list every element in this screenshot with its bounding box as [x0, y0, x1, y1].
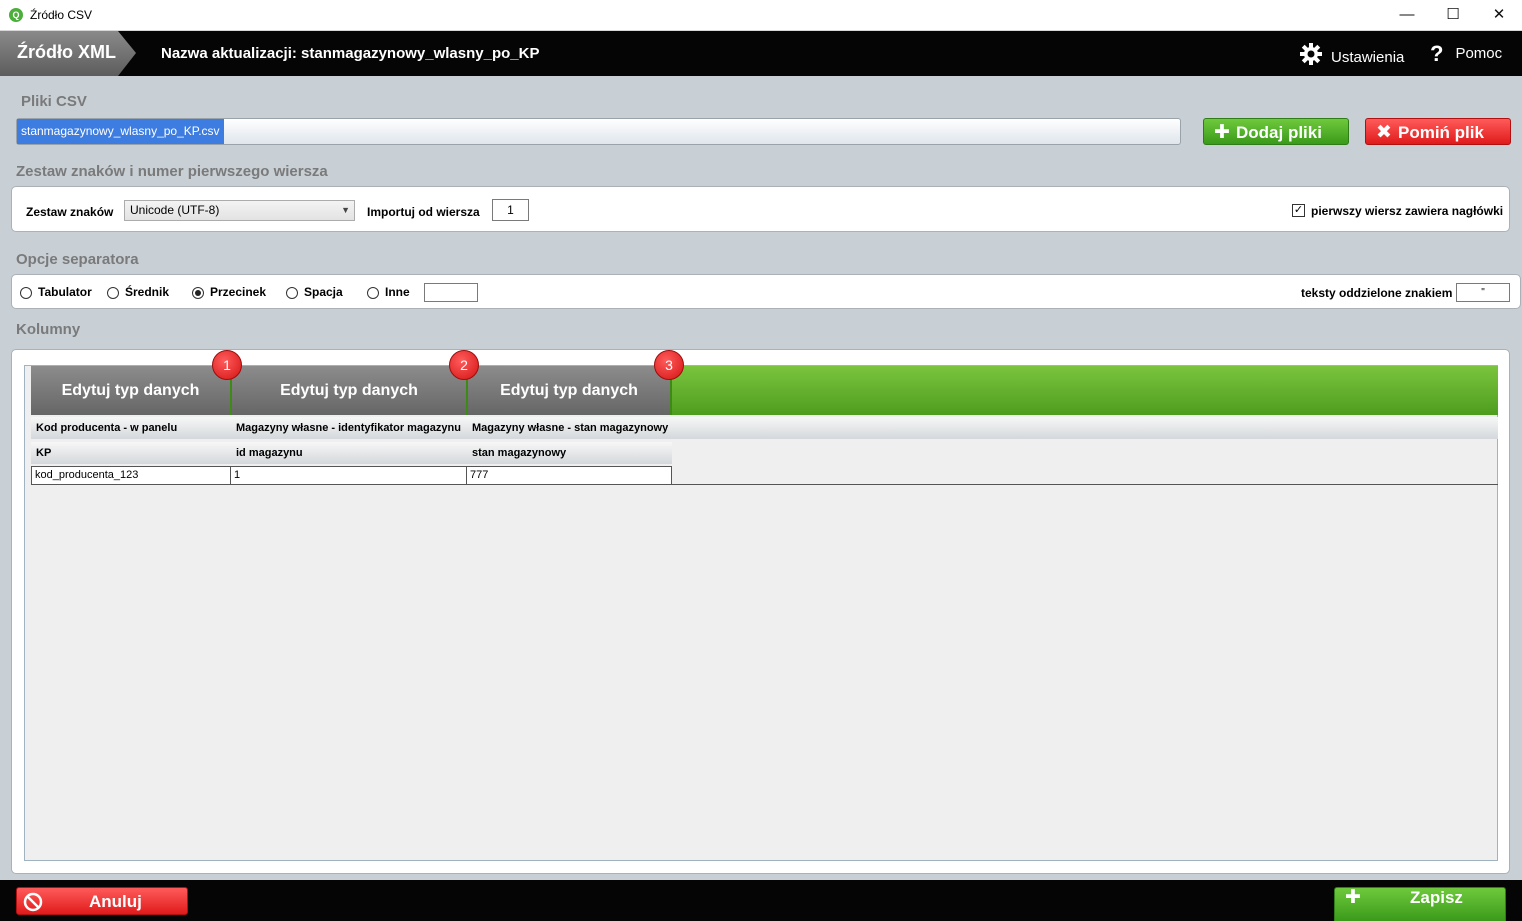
edit-type-button-3[interactable]: Edytuj typ danych [468, 366, 672, 415]
cancel-label: Anuluj [89, 892, 142, 911]
csv-header-2: id magazynu [231, 442, 467, 464]
charset-panel: Zestaw znaków Unicode (UTF-8) ▼ Importuj… [11, 186, 1510, 232]
column-badge-1: 1 [212, 350, 242, 380]
help-label: Pomoc [1455, 45, 1503, 62]
mapped-name-1: Kod producenta - w panelu [36, 422, 178, 434]
charset-label: Zestaw znaków [26, 205, 114, 219]
update-title: Nazwa aktualizacji: stanmagazynowy_wlasn… [161, 45, 540, 62]
radio-tabulator-label: Tabulator [38, 285, 92, 299]
cancel-button[interactable]: Anuluj [16, 887, 188, 915]
settings-button[interactable]: Ustawienia [1299, 42, 1404, 66]
settings-label: Ustawienia [1331, 48, 1405, 66]
radio-srednik[interactable] [107, 287, 119, 299]
skip-file-label: Pomiń plik [1398, 123, 1484, 142]
x-icon: ✖ [1376, 122, 1392, 143]
forbidden-icon [23, 888, 43, 920]
other-separator-input[interactable] [424, 283, 478, 302]
close-button[interactable]: ✕ [1476, 0, 1522, 31]
csv-file-list[interactable]: stanmagazynowy_wlasny_po_KP.csv [16, 118, 1181, 145]
column-badge-2: 2 [449, 350, 479, 380]
edit-type-button-1[interactable]: Edytuj typ danych [31, 366, 232, 415]
csv-header-1: KP [31, 442, 231, 464]
window-titlebar: Q Źródło CSV — ☐ ✕ [0, 0, 1522, 31]
radio-inne-label: Inne [385, 285, 410, 299]
help-button[interactable]: ? Pomoc [1430, 42, 1502, 66]
row-divider [672, 484, 1498, 485]
columns-heading: Kolumny [16, 321, 81, 338]
chevron-down-icon: ▼ [341, 205, 350, 215]
radio-spacja[interactable] [286, 287, 298, 299]
mapped-name-3: Magazyny własne - stan magazynowy [472, 422, 669, 434]
minimize-button[interactable]: — [1384, 0, 1430, 31]
maximize-button[interactable]: ☐ [1430, 0, 1476, 31]
radio-tabulator[interactable] [20, 287, 32, 299]
charset-select[interactable]: Unicode (UTF-8) ▼ [124, 200, 355, 221]
window-title: Źródło CSV [30, 8, 93, 22]
plus-icon: ✚ [1345, 887, 1361, 908]
radio-srednik-label: Średnik [125, 285, 170, 299]
radio-przecinek-label: Przecinek [210, 285, 267, 299]
gear-icon [1299, 42, 1323, 74]
plus-icon: ✚ [1214, 122, 1230, 143]
csv-files-heading: Pliki CSV [21, 93, 87, 110]
import-from-label: Importuj od wiersza [367, 205, 480, 219]
header-row-label: pierwszy wiersz zawiera nagłówki [1311, 204, 1504, 218]
column-badge-3: 3 [654, 350, 684, 380]
quote-char-label: teksty oddzielone znakiem [1301, 286, 1453, 300]
add-files-button[interactable]: ✚ Dodaj pliki [1203, 118, 1349, 145]
radio-przecinek[interactable] [192, 287, 204, 299]
separator-heading: Opcje separatora [16, 251, 139, 268]
radio-spacja-label: Spacja [304, 285, 343, 299]
quote-char-input[interactable]: " [1456, 283, 1510, 302]
app-icon: Q [9, 8, 23, 22]
table-cell: 1 [231, 466, 467, 485]
add-files-label: Dodaj pliki [1236, 123, 1322, 142]
table-cell: 777 [467, 466, 672, 485]
columns-grid [24, 365, 1498, 861]
header-row-checkbox[interactable]: ✓ [1292, 204, 1305, 217]
csv-header-3: stan magazynowy [467, 442, 672, 464]
csv-file-item[interactable]: stanmagazynowy_wlasny_po_KP.csv [17, 119, 224, 144]
radio-inne[interactable] [367, 287, 379, 299]
footer-bar: Anuluj ✚ Zapisz [0, 880, 1522, 921]
question-icon: ? [1430, 41, 1444, 67]
save-button[interactable]: ✚ Zapisz [1334, 887, 1506, 921]
source-xml-tab-label: Źródło XML [17, 42, 116, 62]
source-xml-tab[interactable]: Źródło XML [0, 31, 136, 76]
app-header: Źródło XML Nazwa aktualizacji: stanmagaz… [0, 31, 1522, 76]
mapped-name-2: Magazyny własne - identyfikator magazynu [236, 422, 461, 434]
import-from-input[interactable]: 1 [492, 199, 529, 221]
table-cell: kod_producenta_123 [31, 466, 231, 485]
skip-file-button[interactable]: ✖ Pomiń plik [1365, 118, 1511, 145]
separator-panel: Tabulator Średnik Przecinek Spacja Inne … [11, 274, 1521, 309]
charset-select-value: Unicode (UTF-8) [130, 203, 220, 217]
charset-heading: Zestaw znaków i numer pierwszego wiersza [16, 163, 328, 180]
save-label: Zapisz [1410, 888, 1463, 907]
edit-type-button-2[interactable]: Edytuj typ danych [232, 366, 468, 415]
